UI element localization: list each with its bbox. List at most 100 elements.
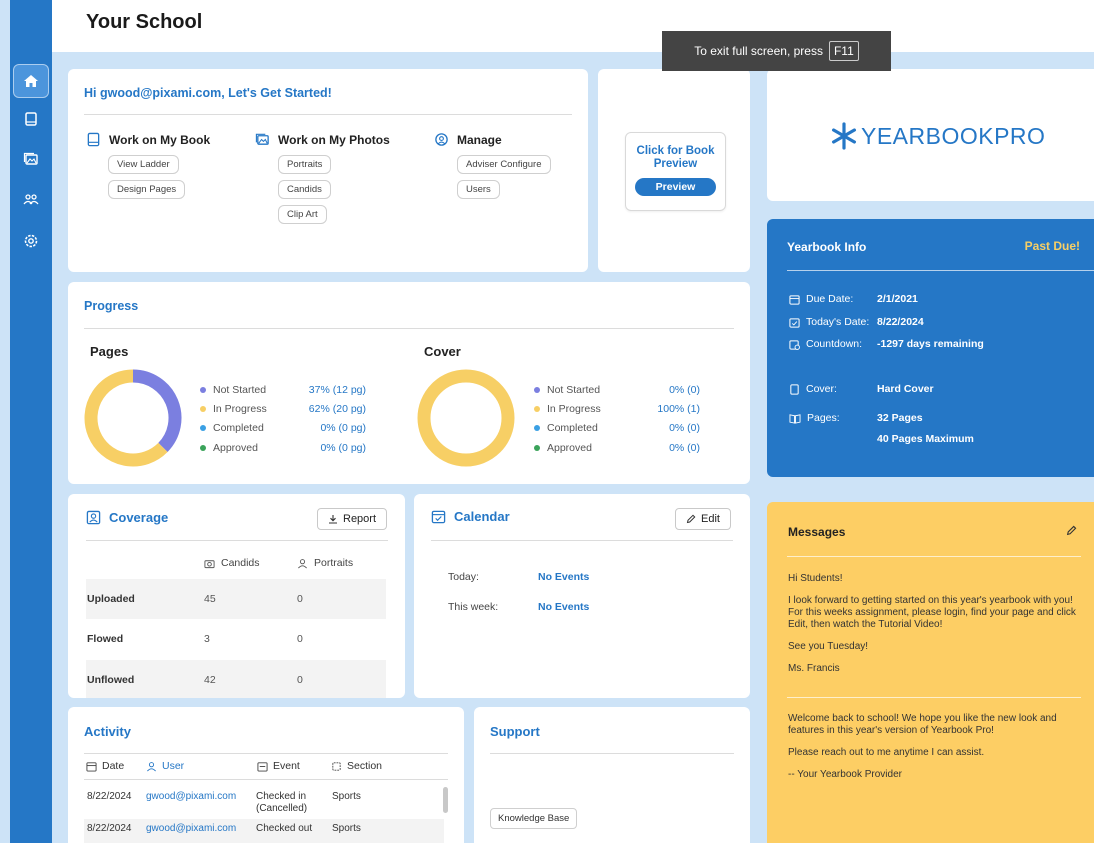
divider: [431, 540, 733, 541]
user-cell[interactable]: gwood@pixami.com: [146, 791, 236, 802]
candids-cell: 3: [204, 633, 210, 645]
book-icon[interactable]: [13, 102, 49, 136]
due-date-text: Due Date:: [806, 293, 854, 305]
camera-icon: [204, 559, 215, 568]
todays-date-value: 8/22/2024: [877, 316, 924, 328]
manage-group: Manage Adviser Configure Users: [434, 132, 551, 199]
yearbook-info-card: Yearbook Info Past Due! Due Date: 2/1/20…: [767, 219, 1094, 477]
legend-label: Not Started: [213, 384, 267, 396]
view-ladder-link[interactable]: View Ladder: [108, 155, 179, 174]
calendar-title: Calendar: [454, 509, 510, 524]
work-on-book-heading[interactable]: Work on My Book: [86, 132, 210, 147]
photos-group: Work on My Photos Portraits Candids Clip…: [255, 132, 390, 224]
users-icon[interactable]: [13, 182, 49, 216]
manage-label: Manage: [457, 132, 502, 147]
coverage-card: Coverage Report Candids Portraits Upload…: [68, 494, 405, 698]
pages-value-completed: 0% (0 pg): [320, 422, 366, 434]
message-line: Please reach out to me anytime I can ass…: [788, 747, 985, 758]
toast-text: To exit full screen, press: [694, 44, 823, 58]
cover-legend-completed: Completed: [534, 422, 598, 434]
activity-scrollbar[interactable]: [443, 787, 448, 813]
message-line: Hi Students!: [788, 573, 843, 584]
legend-label: Not Started: [547, 384, 601, 396]
settings-icon[interactable]: [13, 224, 49, 258]
pages-chart-title: Pages: [90, 344, 129, 359]
pages-label: Pages:: [789, 412, 840, 424]
cover-value-not-started: 0% (0): [669, 384, 700, 396]
countdown-value: -1297 days remaining: [877, 338, 984, 350]
event-icon: [257, 761, 268, 772]
cover-value-approved: 0% (0): [669, 442, 700, 454]
pages-legend-not-started: Not Started: [200, 384, 266, 396]
activity-card: Activity Date User Event Section 8/22/20…: [68, 707, 464, 843]
work-on-book-label: Work on My Book: [109, 132, 211, 147]
legend-label: Approved: [213, 442, 258, 454]
due-date-label: Due Date:: [789, 293, 853, 305]
date-column-header[interactable]: Date: [86, 760, 124, 772]
divider: [84, 328, 734, 329]
pages-max-value: 40 Pages Maximum: [877, 433, 974, 445]
cover-text: Cover:: [806, 383, 837, 395]
user-cell[interactable]: gwood@pixami.com: [146, 823, 236, 834]
event-column-header[interactable]: Event: [257, 760, 300, 772]
divider: [84, 753, 448, 754]
candids-header-text: Candids: [221, 557, 260, 569]
cover-legend-not-started: Not Started: [534, 384, 600, 396]
adviser-configure-link[interactable]: Adviser Configure: [457, 155, 551, 174]
week-events: No Events: [538, 601, 590, 613]
preview-box[interactable]: Click for Book Preview Preview: [625, 132, 726, 211]
divider: [86, 540, 388, 541]
pages-text: Pages:: [807, 412, 840, 424]
donut-slice-in-progress: [84, 369, 168, 467]
legend-label: In Progress: [213, 403, 267, 415]
edit-button[interactable]: Edit: [675, 508, 731, 530]
preview-button[interactable]: Preview: [635, 178, 716, 196]
countdown-icon: [789, 339, 800, 350]
manage-heading[interactable]: Manage: [434, 132, 551, 147]
user-column-header[interactable]: User: [146, 760, 184, 772]
clip-art-link[interactable]: Clip Art: [278, 205, 327, 224]
logo-text: YEARBOOKPRO: [861, 122, 1046, 149]
week-label: This week:: [448, 601, 499, 613]
candids-link[interactable]: Candids: [278, 180, 331, 199]
pencil-icon: [686, 514, 696, 524]
portraits-link[interactable]: Portraits: [278, 155, 332, 174]
design-pages-link[interactable]: Design Pages: [108, 180, 186, 199]
cover-value-in-progress: 100% (1): [657, 403, 700, 415]
pages-value: 32 Pages: [877, 412, 923, 424]
countdown-label: Countdown:: [789, 338, 862, 350]
sidebar: [10, 0, 52, 843]
calendar-check-icon: [789, 317, 800, 328]
asterisk-logo-icon: [831, 122, 856, 150]
portraits-cell: 0: [297, 593, 303, 605]
users-link[interactable]: Users: [457, 180, 500, 199]
photos-icon[interactable]: [13, 142, 49, 176]
candids-cell: 42: [204, 674, 216, 686]
knowledge-base-button[interactable]: Knowledge Base: [490, 808, 578, 829]
work-on-photos-heading[interactable]: Work on My Photos: [255, 132, 390, 147]
yearbookpro-logo: YEARBOOKPRO: [829, 121, 1045, 151]
cover-donut-chart: [417, 369, 515, 467]
event-header-text: Event: [273, 760, 300, 772]
legend-label: Completed: [213, 422, 264, 434]
pencil-icon[interactable]: [1066, 525, 1077, 536]
section-column-header[interactable]: Section: [331, 760, 382, 772]
cover-value-completed: 0% (0): [669, 422, 700, 434]
calendar-icon: [86, 761, 97, 772]
event-cell: Checked out: [256, 823, 313, 834]
candids-cell: 45: [204, 593, 216, 605]
section-cell: Sports: [332, 791, 361, 802]
today-label: Today:: [448, 571, 479, 583]
section-header-text: Section: [347, 760, 383, 772]
message-1: Hi Students! I look forward to getting s…: [788, 573, 1078, 685]
photos-icon: [255, 133, 269, 145]
message-line: Welcome back to school! We hope you like…: [788, 713, 1057, 736]
report-button[interactable]: Report: [317, 508, 388, 530]
portraits-cell: 0: [297, 674, 303, 686]
candids-column-header: Candids: [204, 557, 260, 569]
portraits-header-text: Portraits: [314, 557, 354, 569]
home-icon[interactable]: [13, 64, 49, 98]
message-line: Ms. Francis: [788, 663, 840, 674]
logo-card: YEARBOOKPRO: [767, 69, 1094, 201]
legend-dot: [534, 425, 540, 431]
